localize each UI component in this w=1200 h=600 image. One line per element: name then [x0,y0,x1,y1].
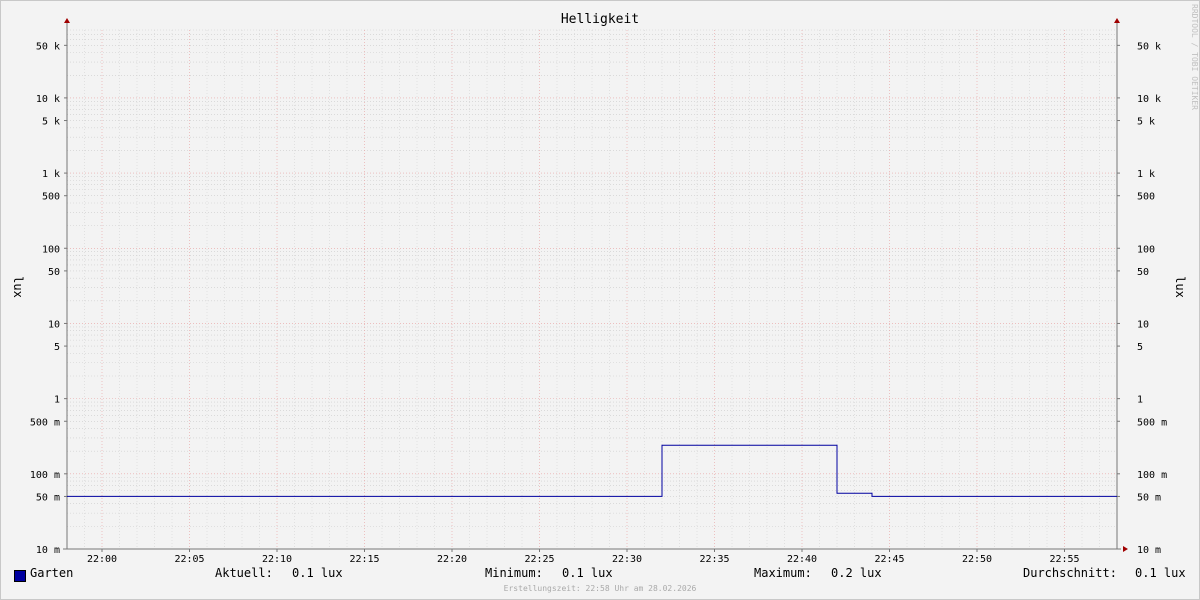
y-axis-arrow-left [64,18,70,23]
y-tick-label: 10 [48,319,60,330]
grid [66,29,1118,550]
y-tick-label: 50 m [36,492,60,503]
x-tick-label: 22:05 [174,554,204,565]
y-tick-label: 5 [1137,342,1143,353]
x-tick-label: 22:50 [962,554,992,565]
series-lines [67,444,1117,497]
y-tick-label: 10 m [36,545,60,556]
x-axis-arrow [1123,546,1128,552]
y-axis-arrow-right [1114,18,1120,23]
y-tick-label: 10 k [1137,94,1161,105]
y-tick-label: 10 [1137,319,1149,330]
y-tick-label: 1 [1137,395,1143,406]
x-tick-label: 22:30 [612,554,642,565]
creation-time-footer: Erstellungszeit: 22:58 Uhr am 28.02.2026 [503,584,697,593]
y-axis-label-left: lux [11,276,25,298]
legend-swatch-garten [14,570,26,582]
y-tick-label: 500 m [30,417,60,428]
x-tick-label: 22:45 [874,554,904,565]
y-tick-label: 1 k [1137,169,1155,180]
y-tick-labels-right: 50 k 10 k 5 k 1 k 500 100 50 10 5 1 500 m 100 m 50 m… [1137,41,1167,556]
y-axis-label-right: lux [1173,276,1187,298]
y-tick-label: 100 [1137,244,1155,255]
y-tick-label: 50 k [36,41,60,52]
legend-current-value: 0.1 lux [292,566,343,580]
legend-avg-value: 0.1 lux [1135,566,1186,580]
x-tick-label: 22:35 [699,554,729,565]
legend-current-label: Aktuell: [215,566,273,580]
y-tick-label: 50 [1137,267,1149,278]
legend-avg-label: Durchschnitt: [1023,566,1117,580]
y-tick-label: 100 m [1137,470,1167,481]
y-tick-label: 50 [48,267,60,278]
y-tick-label: 100 m [30,470,60,481]
y-tick-label: 50 m [1137,492,1161,503]
rrdtool-watermark: RRDTOOL / TOBI OETIKER [1190,4,1199,110]
x-tick-label: 22:10 [262,554,292,565]
y-tick-label: 5 [54,342,60,353]
legend-max-value: 0.2 lux [831,566,882,580]
y-tick-label: 5 k [1137,117,1155,128]
y-tick-label: 500 [42,192,60,203]
x-tick-label: 22:40 [787,554,817,565]
y-tick-label: 1 k [42,169,60,180]
legend-max-label: Maximum: [754,566,812,580]
y-tick-label: 500 [1137,192,1155,203]
x-tick-labels: 22:00 22:05 22:10 22:15 22:20 22:25 22:30 22:35… [87,554,1080,565]
y-tick-label: 50 k [1137,41,1161,52]
y-tick-label: 10 k [36,94,60,105]
series-line-garten [67,444,1117,497]
x-tick-label: 22:20 [437,554,467,565]
legend-min-value: 0.1 lux [562,566,613,580]
x-tick-label: 22:00 [87,554,117,565]
x-tick-label: 22:15 [349,554,379,565]
x-tick-label: 22:55 [1049,554,1079,565]
y-tick-label: 100 [42,244,60,255]
y-tick-label: 5 k [42,117,60,128]
y-tick-label: 500 m [1137,417,1167,428]
chart-title: Helligkeit [561,12,639,27]
legend-series-name: Garten [30,566,74,580]
y-tick-label: 10 m [1137,545,1161,556]
y-tick-label: 1 [54,395,60,406]
x-tick-label: 22:25 [524,554,554,565]
brightness-chart: Helligkeit 50 k 10 k 5 k 1 k 500 100 50 10 5 1 500… [11,12,1187,565]
y-tick-labels-left: 50 k 10 k 5 k 1 k 500 100 50 10 5 1 500 m 100 m 50 m… [30,41,60,556]
legend-min-label: Minimum: [485,566,543,580]
